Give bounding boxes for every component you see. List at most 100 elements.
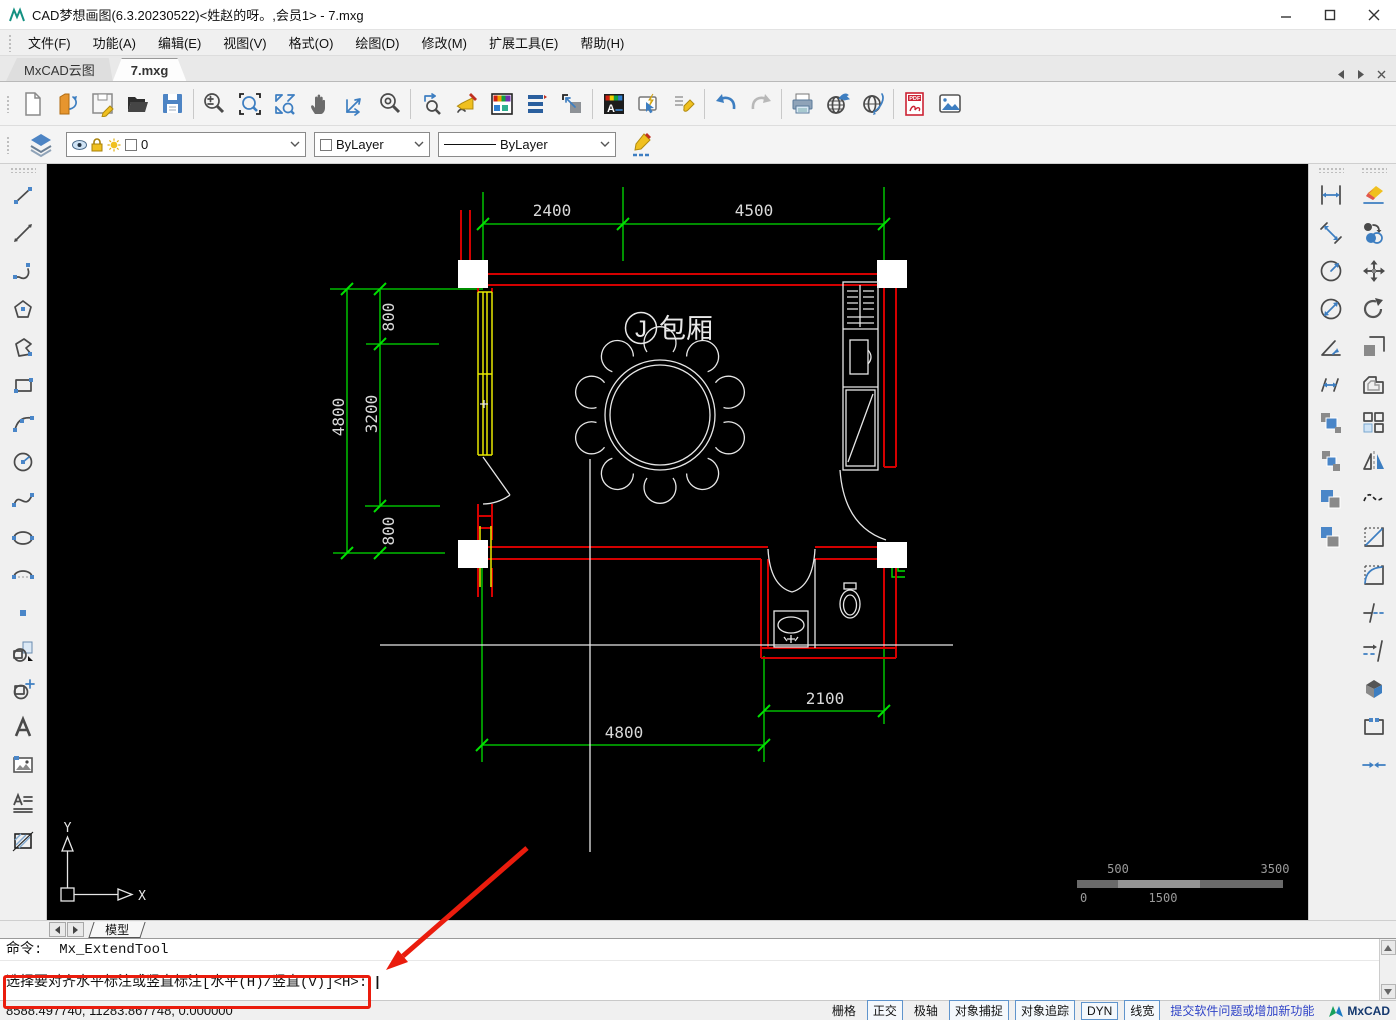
dim-aligned-button[interactable] (1311, 214, 1351, 252)
toggle-ortho[interactable]: 正交 (866, 1000, 903, 1020)
tool-text-button[interactable] (3, 708, 43, 746)
scroll-down-button[interactable] (1380, 984, 1396, 999)
zoom-previous-button[interactable] (414, 86, 449, 122)
offset-button[interactable] (1354, 366, 1394, 404)
write-block-button[interactable] (554, 86, 589, 122)
toggle-otrack[interactable]: 对象追踪 (1014, 1000, 1075, 1020)
zoom-window-button[interactable] (232, 86, 267, 122)
sheet-prev-button[interactable] (49, 922, 66, 937)
copy-squares-4-button[interactable] (1311, 518, 1351, 556)
chamfer-button[interactable] (1354, 518, 1394, 556)
dim-diameter-button[interactable] (1311, 290, 1351, 328)
menu-format[interactable]: 格式(O) (278, 30, 345, 55)
menu-modify[interactable]: 修改(M) (410, 30, 478, 55)
tool-ellipse-arc-button[interactable] (3, 556, 43, 594)
model-tab[interactable]: 模型 (88, 921, 146, 938)
close-button[interactable] (1352, 0, 1396, 30)
tool-image-button[interactable] (3, 746, 43, 784)
tool-line-button[interactable] (3, 176, 43, 214)
minimize-button[interactable] (1264, 0, 1308, 30)
scale-button[interactable] (1354, 328, 1394, 366)
toggle-grid[interactable]: 栅格 (827, 1001, 861, 1020)
dim-linear-button[interactable] (1311, 176, 1351, 214)
tool-ellipse-button[interactable] (3, 518, 43, 556)
match-properties-button[interactable] (1354, 214, 1394, 252)
tool-make-block-button[interactable] (3, 632, 43, 670)
undo-button[interactable] (708, 86, 743, 122)
tool-polygon-irregular-button[interactable] (3, 328, 43, 366)
zoom-center-button[interactable] (372, 86, 407, 122)
tool-mtext-button[interactable] (3, 784, 43, 822)
revision-line-button[interactable] (1354, 480, 1394, 518)
zoom-in-out-button[interactable] (197, 86, 232, 122)
mirror-button[interactable] (1354, 442, 1394, 480)
explode-button[interactable] (1354, 670, 1394, 708)
maximize-button[interactable] (1308, 0, 1352, 30)
menu-extend-tools[interactable]: 扩展工具(E) (478, 30, 569, 55)
dim-angular-button[interactable] (1311, 328, 1351, 366)
text-style-button[interactable]: A (596, 86, 631, 122)
print-button[interactable] (785, 86, 820, 122)
copy-squares-3-button[interactable] (1311, 480, 1351, 518)
tool-spline-button[interactable] (3, 480, 43, 518)
menu-edit[interactable]: 编辑(E) (147, 30, 212, 55)
pan-button[interactable] (302, 86, 337, 122)
copy-squares-2-button[interactable] (1311, 442, 1351, 480)
tool-circle-button[interactable] (3, 442, 43, 480)
tool-rectangle-button[interactable] (3, 366, 43, 404)
export-pdf-button[interactable]: PDF (897, 86, 932, 122)
toggle-osnap[interactable]: 对象捕捉 (948, 1000, 1009, 1020)
menu-function[interactable]: 功能(A) (82, 30, 147, 55)
tab-current-file[interactable]: 7.mxg (113, 58, 187, 81)
move-button[interactable] (1354, 252, 1394, 290)
zoom-extents-button[interactable] (267, 86, 302, 122)
export-image-button[interactable] (932, 86, 967, 122)
dim-parallel-button[interactable] (1311, 366, 1351, 404)
menu-file[interactable]: 文件(F) (17, 30, 82, 55)
feedback-link[interactable]: 提交软件问题或增加新功能 (1170, 1002, 1314, 1019)
erase-button[interactable] (1354, 176, 1394, 214)
tab-scroll-right-icon[interactable] (1354, 67, 1368, 81)
tool-polyline-button[interactable] (3, 252, 43, 290)
break-button[interactable] (1354, 708, 1394, 746)
dim-radius-button[interactable] (1311, 252, 1351, 290)
tool-insert-block-button[interactable] (3, 670, 43, 708)
tab-scroll-left-icon[interactable] (1334, 67, 1348, 81)
drawing-canvas[interactable]: J 包厢 2400 4500 800 4800 3200 800 4800 21… (47, 164, 1308, 920)
toggle-dyn[interactable]: DYN (1080, 1001, 1119, 1020)
draw-pencil-button[interactable] (449, 86, 484, 122)
layer-select[interactable]: 0 (66, 132, 306, 157)
color-select[interactable]: ByLayer (314, 132, 430, 157)
tab-close-icon[interactable] (1374, 67, 1388, 81)
match-brush-button[interactable] (666, 86, 701, 122)
command-scrollbar[interactable] (1379, 939, 1396, 1000)
menu-draw[interactable]: 绘图(D) (344, 30, 410, 55)
sheet-next-button[interactable] (67, 922, 84, 937)
zoom-dynamic-button[interactable] (337, 86, 372, 122)
menu-help[interactable]: 帮助(H) (569, 30, 635, 55)
color-palette-button[interactable] (484, 86, 519, 122)
tool-polygon-button[interactable] (3, 290, 43, 328)
tool-point-button[interactable] (3, 594, 43, 632)
linetype-pencil-button[interactable] (624, 127, 659, 163)
command-input-line[interactable]: 选择要对齐水平标注或竖直标注[水平(H)/竖直(V)]<H>: | (0, 969, 1396, 997)
rotate-button[interactable] (1354, 290, 1394, 328)
extend-button[interactable] (1354, 632, 1394, 670)
join-button[interactable] (1354, 746, 1394, 784)
array-button[interactable] (1354, 404, 1394, 442)
layers-button[interactable] (23, 127, 58, 163)
open-cloud-button[interactable] (50, 86, 85, 122)
fillet-button[interactable] (1354, 556, 1394, 594)
quick-select-button[interactable] (631, 86, 666, 122)
toggle-lineweight[interactable]: 线宽 (1124, 1000, 1161, 1020)
tool-construction-line-button[interactable] (3, 214, 43, 252)
tab-mxcad-cloud[interactable]: MxCAD云图 (6, 58, 113, 81)
tool-hatch-button[interactable] (3, 822, 43, 860)
scroll-up-button[interactable] (1380, 940, 1396, 955)
open-button[interactable] (120, 86, 155, 122)
toggle-polar[interactable]: 极轴 (909, 1001, 943, 1020)
new-file-button[interactable] (15, 86, 50, 122)
tool-arc-button[interactable] (3, 404, 43, 442)
trim-button[interactable] (1354, 594, 1394, 632)
publish-web-button[interactable] (820, 86, 855, 122)
